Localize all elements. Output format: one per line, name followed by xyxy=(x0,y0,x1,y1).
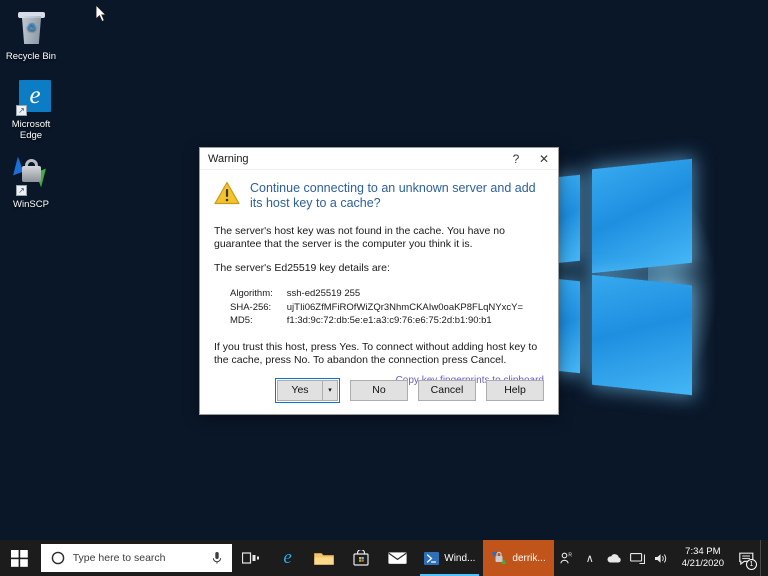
dialog-body: Continue connecting to an unknown server… xyxy=(200,170,558,386)
taskbar-microsoft-edge[interactable]: e xyxy=(269,540,306,576)
dialog-paragraph-1: The server's host key was not found in t… xyxy=(214,225,544,251)
key-detail-value: f1:3d:9c:72:db:5e:e1:a3:c9:76:e6:75:2d:b… xyxy=(287,315,523,327)
search-input[interactable]: Type here to search xyxy=(41,544,233,572)
taskbar-window-label: Wind... xyxy=(444,553,475,564)
shortcut-arrow-icon: ↗ xyxy=(16,105,27,116)
mouse-cursor xyxy=(96,5,108,23)
taskbar-mail[interactable] xyxy=(379,540,416,576)
warning-triangle-icon xyxy=(214,181,240,205)
key-detail-row: MD5: f1:3d:9c:72:db:5e:e1:a3:c9:76:e6:75… xyxy=(230,315,523,327)
dialog-paragraph-2: The server's Ed25519 key details are: xyxy=(214,262,544,275)
shortcut-arrow-icon: ↗ xyxy=(16,185,27,196)
cancel-button[interactable]: Cancel xyxy=(418,380,476,401)
action-center-button[interactable]: 1 xyxy=(732,540,760,576)
desktop-icon-label: Microsoft Edge xyxy=(0,119,62,141)
wallpaper-pane-top-left xyxy=(556,175,580,264)
file-explorer-icon xyxy=(314,551,334,566)
dialog-button-row: Yes ▾ No Cancel Help xyxy=(200,374,558,414)
key-detail-label: SHA-256: xyxy=(230,302,285,314)
taskbar-window-windows-powershell[interactable]: Wind... xyxy=(416,540,483,576)
microsoft-edge-icon: e xyxy=(283,547,291,569)
clock-date: 4/21/2020 xyxy=(682,558,724,570)
microsoft-edge-icon: e ↗ xyxy=(0,76,62,116)
search-placeholder: Type here to search xyxy=(73,552,213,564)
svg-text:R: R xyxy=(568,552,572,558)
recycle-bin-icon: ♻ xyxy=(0,8,62,48)
dialog-paragraph-3: If you trust this host, press Yes. To co… xyxy=(214,341,544,367)
taskbar-file-explorer[interactable] xyxy=(306,540,343,576)
desktop-icon-microsoft-edge[interactable]: e ↗ Microsoft Edge xyxy=(0,76,62,141)
chevron-down-icon[interactable]: ▾ xyxy=(323,380,338,401)
desktop-icon-winscp[interactable]: ↗ WinSCP xyxy=(0,156,62,210)
volume-speaker-icon[interactable] xyxy=(650,540,674,576)
dialog-heading-row: Continue connecting to an unknown server… xyxy=(214,180,544,211)
powershell-icon xyxy=(424,552,439,565)
microphone-icon[interactable] xyxy=(212,551,222,565)
desktop-icon-label: WinSCP xyxy=(0,199,62,210)
key-detail-value: ujTIi06ZfMFiROfWiZQr3NhmCKAIw0oaKP8FLqNY… xyxy=(287,302,523,314)
wallpaper-pane-bottom-left xyxy=(556,279,580,374)
desktop-icon-recycle-bin[interactable]: ♻ Recycle Bin xyxy=(0,8,62,62)
yes-button[interactable]: Yes xyxy=(277,380,323,401)
key-detail-label: MD5: xyxy=(230,315,285,327)
dialog-heading: Continue connecting to an unknown server… xyxy=(250,180,544,211)
network-icon[interactable] xyxy=(626,540,650,576)
key-detail-label: Algorithm: xyxy=(230,288,285,300)
people-icon[interactable]: R xyxy=(554,540,578,576)
wallpaper-pane-bottom-right xyxy=(592,275,692,396)
taskbar-window-winscp-session[interactable]: derrik... xyxy=(483,540,553,576)
clock-time: 7:34 PM xyxy=(685,546,720,558)
windows-logo-icon xyxy=(11,550,28,567)
notification-count-badge: 1 xyxy=(746,559,757,570)
help-dialog-button[interactable]: Help xyxy=(486,380,544,401)
show-desktop-button[interactable] xyxy=(760,540,766,576)
taskbar-microsoft-store[interactable] xyxy=(343,540,380,576)
show-hidden-icons-chevron-icon[interactable]: ∧ xyxy=(578,540,602,576)
close-icon[interactable]: ✕ xyxy=(530,148,558,169)
key-detail-row: Algorithm: ssh-ed25519 255 xyxy=(230,288,523,300)
key-detail-row: SHA-256: ujTIi06ZfMFiROfWiZQr3NhmCKAIw0o… xyxy=(230,302,523,314)
desktop-icon-label: Recycle Bin xyxy=(0,51,62,62)
winscp-icon xyxy=(491,551,507,565)
dialog-title: Warning xyxy=(200,153,502,165)
yes-split-button[interactable]: Yes ▾ xyxy=(275,378,340,403)
wallpaper-pane-top-right xyxy=(592,159,692,274)
onedrive-cloud-icon[interactable] xyxy=(602,540,626,576)
help-button[interactable]: ? xyxy=(502,148,530,169)
taskbar[interactable]: Type here to search e xyxy=(0,540,768,576)
taskbar-window-label: derrik... xyxy=(512,553,545,564)
dialog-title-bar[interactable]: Warning ? ✕ xyxy=(200,148,558,170)
windows-hero-wallpaper-logo xyxy=(548,140,768,420)
warning-dialog[interactable]: Warning ? ✕ Continue connecting to an un… xyxy=(199,147,559,415)
microsoft-store-icon xyxy=(353,550,369,566)
key-details-table: Algorithm: ssh-ed25519 255 SHA-256: ujTI… xyxy=(228,286,525,329)
start-button[interactable] xyxy=(0,540,39,576)
winscp-icon: ↗ xyxy=(0,156,62,196)
no-button[interactable]: No xyxy=(350,380,408,401)
mail-icon xyxy=(388,551,407,565)
task-view-icon xyxy=(242,551,260,565)
clock[interactable]: 7:34 PM 4/21/2020 xyxy=(674,540,732,576)
task-view-button[interactable] xyxy=(232,540,269,576)
cortana-circle-icon xyxy=(51,551,65,565)
system-tray: R ∧ 7:34 PM 4/21/2020 xyxy=(554,540,768,576)
key-detail-value: ssh-ed25519 255 xyxy=(287,288,523,300)
